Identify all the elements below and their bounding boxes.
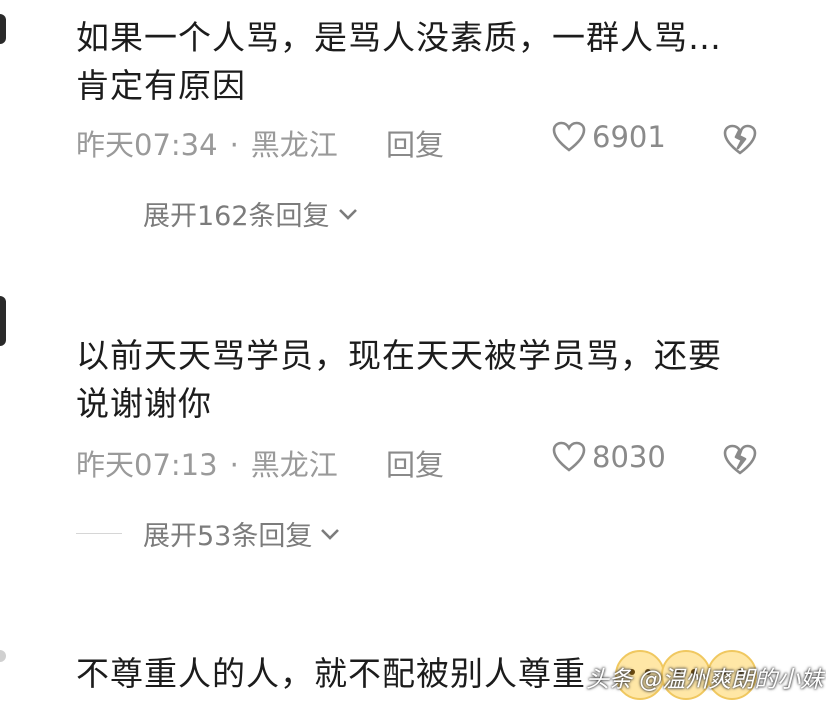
like-count: 6901 bbox=[592, 120, 666, 154]
meta-separator: · bbox=[229, 128, 239, 162]
comment-location: 黑龙江 bbox=[250, 128, 338, 162]
comment-time: 昨天07:13 bbox=[76, 448, 218, 482]
comment-text: 以前天天骂学员，现在天天被学员骂，还要说谢谢你 bbox=[76, 336, 722, 423]
watermark: 头条 @温州爽朗的小妹 bbox=[586, 667, 824, 693]
dislike-button[interactable] bbox=[722, 444, 758, 480]
expand-replies-button[interactable]: 展开53条回复 bbox=[143, 514, 340, 553]
dislike-button[interactable] bbox=[722, 124, 758, 160]
reply-button[interactable]: 回复 bbox=[386, 122, 444, 164]
reply-button[interactable]: 回复 bbox=[386, 442, 444, 484]
avatar[interactable] bbox=[0, 14, 6, 44]
expand-replies-label: 展开53条回复 bbox=[143, 521, 313, 552]
comment-time: 昨天07:34 bbox=[76, 128, 218, 162]
like-button[interactable]: 6901 bbox=[552, 120, 666, 154]
broken-heart-icon bbox=[723, 124, 757, 155]
comment-meta: 昨天07:13 · 黑龙江 bbox=[76, 442, 338, 484]
heart-outline-icon bbox=[552, 121, 586, 152]
expand-replies-label: 展开162条回复 bbox=[143, 201, 330, 232]
avatar[interactable] bbox=[0, 296, 6, 346]
like-button[interactable]: 8030 bbox=[552, 440, 666, 474]
chevron-down-icon bbox=[321, 528, 340, 540]
meta-separator: · bbox=[229, 448, 239, 482]
avatar[interactable] bbox=[0, 650, 6, 662]
comment-meta: 昨天07:34 · 黑龙江 bbox=[76, 122, 338, 164]
expand-replies-button[interactable]: 展开162条回复 bbox=[143, 194, 358, 233]
broken-heart-icon bbox=[723, 444, 757, 475]
expand-divider bbox=[76, 533, 122, 534]
comment-location: 黑龙江 bbox=[250, 448, 338, 482]
comment-text: 如果一个人骂，是骂人没素质，一群人骂…肯定有原因 bbox=[76, 18, 722, 105]
chevron-down-icon bbox=[338, 208, 357, 220]
like-count: 8030 bbox=[592, 440, 666, 474]
heart-outline-icon bbox=[552, 441, 586, 472]
